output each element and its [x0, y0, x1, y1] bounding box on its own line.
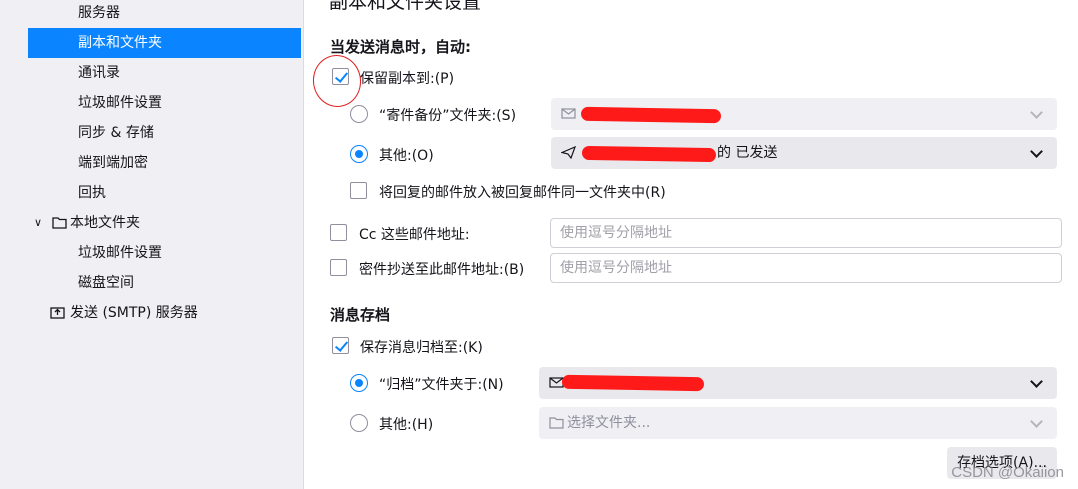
archive-other-label: 其他:(H) — [379, 417, 434, 433]
archive-other-radio[interactable] — [350, 414, 368, 432]
keep-archive-checkbox[interactable] — [332, 337, 349, 354]
other-folder-radio[interactable] — [350, 145, 368, 163]
sidebar-item-local-folders[interactable]: ∨ 本地文件夹 — [28, 208, 301, 238]
chevron-down-icon — [1030, 145, 1043, 158]
chevron-down-icon — [1030, 375, 1043, 388]
bcc-address-input[interactable]: 使用逗号分隔地址 — [550, 253, 1062, 283]
chevron-down-icon — [1030, 106, 1043, 119]
sidebar-item-sync-storage[interactable]: 同步 & 存储 — [28, 118, 301, 148]
send-section-heading: 当发送消息时，自动: — [330, 38, 471, 56]
archive-other-placeholder: 选择文件夹... — [567, 415, 651, 431]
reply-same-folder-checkbox[interactable] — [350, 182, 367, 199]
sidebar-item-label: 回执 — [78, 185, 106, 201]
archive-other-folder-dropdown[interactable]: 选择文件夹... — [539, 407, 1057, 439]
folder-icon — [549, 417, 564, 429]
account-settings-sidebar: 服务器 副本和文件夹 通讯录 垃圾邮件设置 同步 & 存储 端到端加密 回执 ∨… — [0, 0, 304, 489]
sidebar-item-smtp-servers[interactable]: 发送 (SMTP) 服务器 — [28, 298, 301, 328]
sidebar-item-label: 磁盘空间 — [78, 275, 134, 291]
sidebar-item-local-junk-settings[interactable]: 垃圾邮件设置 — [28, 238, 301, 268]
folder-icon — [52, 217, 67, 229]
archive-folder-label: “归档”文件夹于:(N) — [379, 377, 504, 393]
keep-copy-label: 保留副本到:(P) — [360, 71, 455, 87]
redaction-mark — [561, 374, 705, 392]
sidebar-item-label: 垃圾邮件设置 — [78, 245, 162, 261]
sidebar-item-disk-space[interactable]: 磁盘空间 — [28, 268, 301, 298]
archive-folder-radio[interactable] — [350, 374, 368, 392]
sidebar-item-server[interactable]: 服务器 — [28, 0, 301, 28]
sidebar-item-label: 通讯录 — [78, 65, 120, 81]
sidebar-item-e2e-encryption[interactable]: 端到端加密 — [28, 148, 301, 178]
other-folder-label: 其他:(O) — [379, 148, 434, 164]
redaction-mark — [580, 106, 722, 124]
sidebar-item-receipts[interactable]: 回执 — [28, 178, 301, 208]
watermark: CSDN @Okaiion — [951, 464, 1064, 481]
chevron-down-icon[interactable]: ∨ — [34, 208, 42, 238]
archive-section-heading: 消息存档 — [330, 306, 391, 324]
cc-checkbox[interactable] — [330, 224, 347, 241]
keep-archive-label: 保存消息归档至:(K) — [360, 340, 483, 356]
chevron-down-icon — [1030, 415, 1043, 428]
reply-same-folder-label: 将回复的邮件放入被回复邮件同一文件夹中(R) — [379, 185, 666, 201]
redaction-mark — [581, 145, 717, 163]
cc-label: Cc 这些邮件地址: — [359, 227, 470, 243]
send-icon — [561, 146, 576, 159]
copies-folders-pane: 副本和文件夹设置 当发送消息时，自动: 保留副本到:(P) “寄件备份”文件夹:… — [304, 0, 1078, 489]
sidebar-item-copies-folders[interactable]: 副本和文件夹 — [28, 28, 301, 58]
sidebar-item-label: 本地文件夹 — [70, 215, 140, 231]
sidebar-item-junk-settings[interactable]: 垃圾邮件设置 — [28, 88, 301, 118]
sent-folder-label: “寄件备份”文件夹:(S) — [379, 108, 517, 124]
sidebar-item-label: 发送 (SMTP) 服务器 — [70, 305, 198, 321]
cc-address-input[interactable]: 使用逗号分隔地址 — [550, 218, 1062, 248]
sent-folder-radio[interactable] — [350, 105, 368, 123]
sidebar-item-label: 服务器 — [78, 5, 120, 21]
sidebar-item-label: 副本和文件夹 — [78, 35, 162, 51]
page-title: 副本和文件夹设置 — [329, 0, 482, 13]
outbox-icon — [50, 307, 65, 319]
sidebar-item-address-book[interactable]: 通讯录 — [28, 58, 301, 88]
other-folder-value: 的 已发送 — [717, 145, 778, 161]
sidebar-item-label: 垃圾邮件设置 — [78, 95, 162, 111]
sidebar-item-label: 端到端加密 — [78, 155, 148, 171]
bcc-label: 密件抄送至此邮件地址:(B) — [359, 262, 525, 278]
bcc-checkbox[interactable] — [330, 259, 347, 276]
sidebar-item-label: 同步 & 存储 — [78, 125, 154, 141]
mail-folder-icon — [561, 108, 576, 119]
